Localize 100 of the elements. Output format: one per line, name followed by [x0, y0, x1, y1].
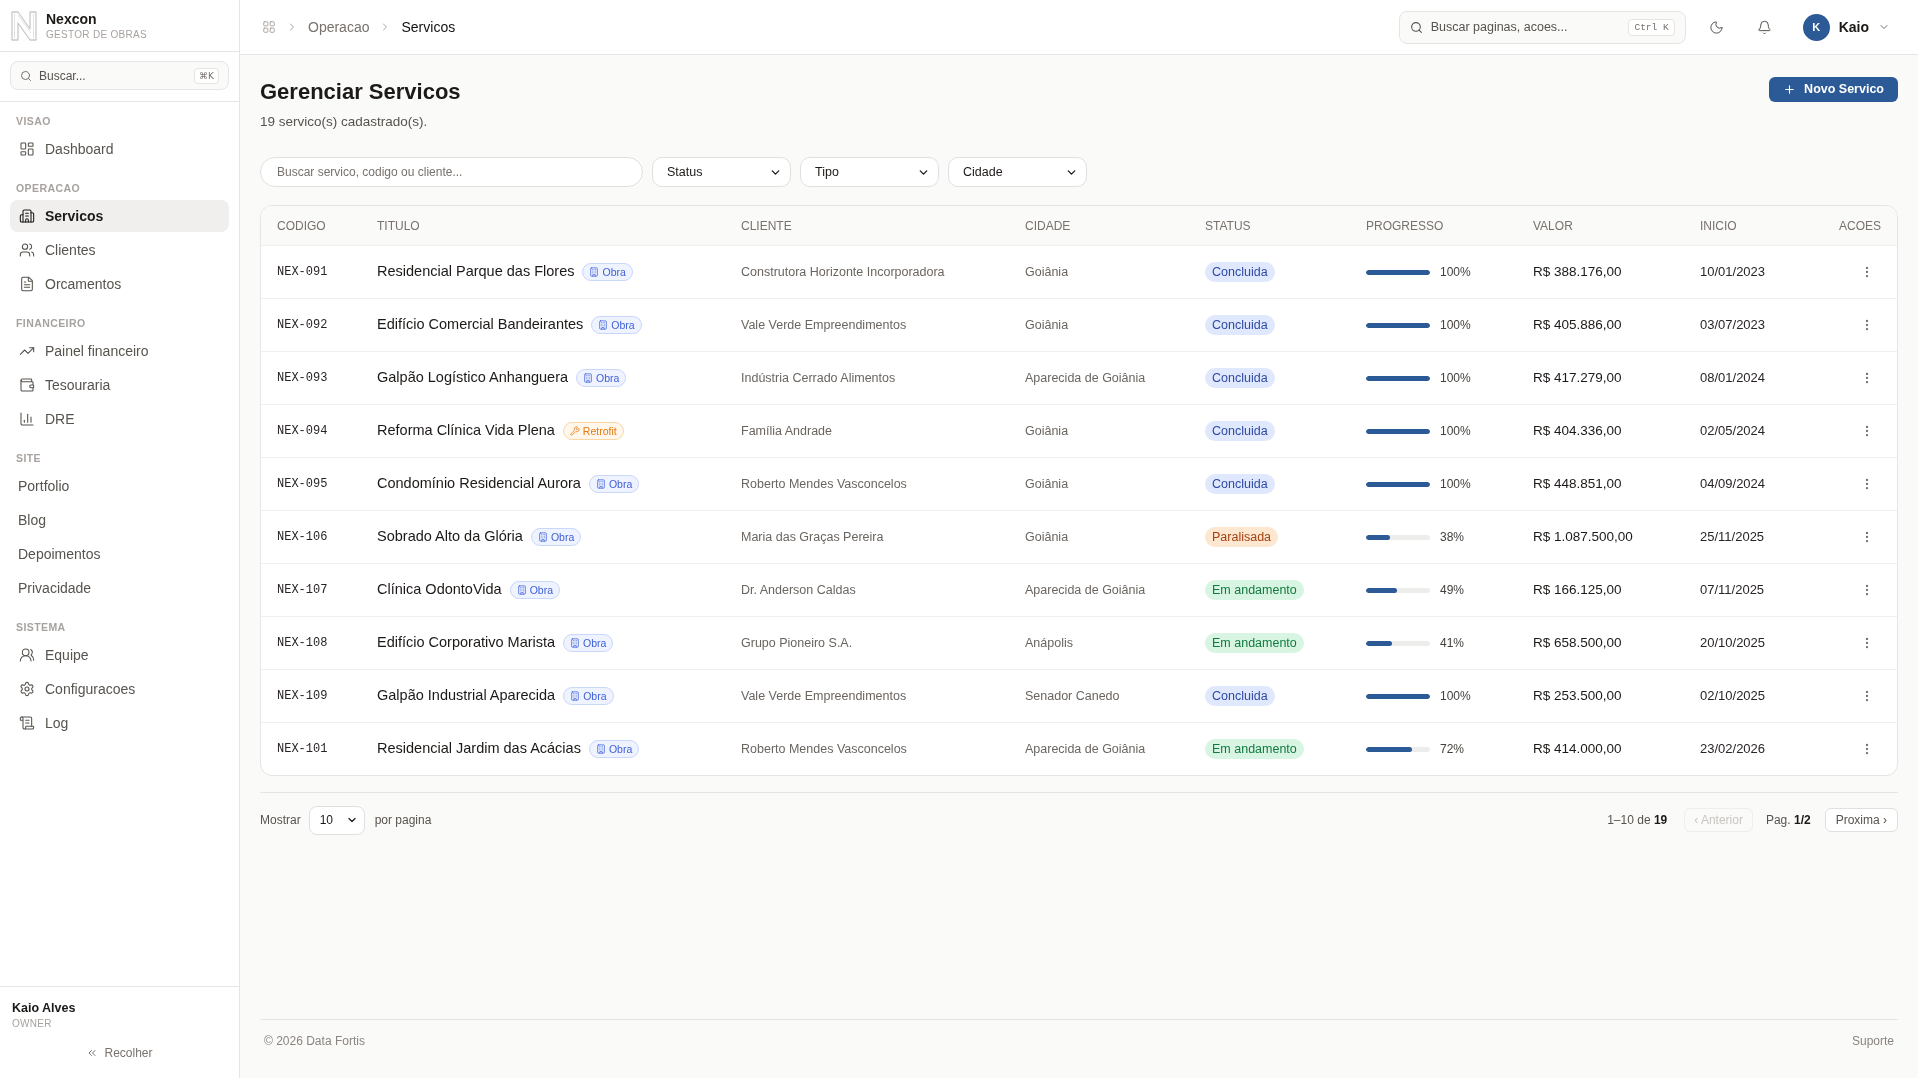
search-field[interactable]: Buscar... ⌘K — [10, 61, 229, 90]
chevrons-left-icon — [86, 1047, 99, 1059]
tag-label: Obra — [550, 531, 575, 543]
user-menu-button[interactable]: K Kaio — [1802, 13, 1890, 41]
city-name: Goiânia — [1025, 422, 1069, 440]
breadcrumb-link[interactable]: Servicos — [401, 16, 456, 38]
city-name: Goiânia — [1025, 528, 1069, 546]
client-name: Indústria Cerrado Alimentos — [741, 369, 896, 387]
client-name: Maria das Graças Pereira — [741, 528, 884, 546]
shortcut-key: ⌘K — [194, 67, 219, 84]
start-date: 25/11/2025 — [1700, 528, 1765, 547]
status-badge: Em andamento — [1205, 633, 1304, 653]
building-icon — [595, 744, 606, 754]
sidebar-item[interactable]: Painel financeiro — [10, 335, 229, 367]
wallet-icon — [19, 377, 35, 393]
sidebar-item[interactable]: Servicos — [10, 200, 229, 232]
tag-label: Obra — [611, 319, 635, 331]
sidebar-item[interactable]: Privacidade — [10, 572, 229, 604]
service-title[interactable]: Edifício Corporativo Marista — [377, 632, 556, 654]
settings-icon — [19, 681, 35, 697]
service-value: R$ 404.336,00 — [1533, 421, 1622, 440]
sidebar-item[interactable]: DRE — [10, 403, 229, 435]
progress-reading: 72% — [1440, 741, 1465, 758]
search-icon — [20, 69, 32, 82]
service-code: NEX-091 — [277, 264, 328, 281]
start-date: 07/11/2025 — [1700, 581, 1765, 600]
tag-label: Retrofit — [582, 425, 617, 437]
sidebar-item[interactable]: Depoimentos — [10, 538, 229, 570]
search-input[interactable]: Buscar servico, codigo ou cliente... — [260, 157, 643, 187]
service-title[interactable]: Galpão Logístico Anhanguera — [377, 367, 569, 389]
support-link[interactable]: Suporte — [1851, 1033, 1894, 1049]
sidebar-item[interactable]: Equipe — [10, 639, 229, 671]
service-code: NEX-109 — [277, 688, 328, 705]
start-date: 08/01/2024 — [1700, 369, 1766, 388]
start-date: 20/10/2025 — [1700, 634, 1766, 653]
service-title[interactable]: Condomínio Residencial Aurora — [377, 473, 581, 495]
building-icon — [583, 373, 594, 383]
building-icon — [598, 320, 609, 330]
service-title[interactable]: Reforma Clínica Vida Plena — [377, 420, 555, 442]
service-title[interactable]: Residencial Jardim das Acácias — [377, 738, 581, 760]
new-service-button[interactable]: Novo Servico — [1769, 77, 1898, 102]
sidebar-item[interactable]: Configuracoes — [10, 673, 229, 705]
search-input[interactable]: Buscar... — [39, 66, 188, 85]
sidebar-item[interactable]: Log — [10, 707, 229, 739]
status-badge: Concluida — [1205, 686, 1275, 706]
brand-name: Nexcon — [46, 10, 97, 28]
status-badge: Paralisada — [1205, 527, 1279, 547]
column-header: TITULO — [377, 217, 420, 235]
filter-select[interactable]: Tipo — [800, 157, 939, 187]
users-icon — [19, 242, 35, 258]
service-value: R$ 388.176,00 — [1533, 262, 1622, 281]
copyright-text: © 2026 Data Fortis — [264, 1033, 365, 1049]
section-label: SITE — [16, 451, 42, 466]
service-code: NEX-108 — [277, 635, 328, 652]
progress-track — [1366, 640, 1430, 646]
logo-icon — [10, 9, 38, 42]
column-header: CODIGO — [277, 217, 326, 235]
tag-label: Obra — [608, 743, 633, 755]
service-title[interactable]: Edifício Comercial Bandeirantes — [377, 314, 584, 336]
service-title[interactable]: Residencial Parque das Flores — [377, 261, 575, 283]
service-title[interactable]: Clínica OdontoVida — [377, 579, 502, 601]
tag-label: Obra — [596, 372, 620, 384]
service-code: NEX-092 — [277, 317, 328, 334]
service-title[interactable]: Sobrado Alto da Glória — [377, 526, 523, 548]
service-value: R$ 405.886,00 — [1533, 315, 1622, 334]
filter-select[interactable]: Cidade — [948, 157, 1087, 187]
search-field[interactable]: Buscar paginas, acoes... Ctrl K — [1398, 10, 1686, 44]
status-badge: Em andamento — [1205, 739, 1304, 759]
building-icon — [595, 479, 606, 489]
service-code: NEX-095 — [277, 476, 328, 493]
sidebar-item[interactable]: Tesouraria — [10, 369, 229, 401]
service-title[interactable]: Galpão Industrial Aparecida — [377, 685, 556, 707]
search-input[interactable]: Buscar paginas, acoes... — [1430, 17, 1621, 37]
service-value: R$ 166.125,00 — [1533, 580, 1622, 599]
building-icon — [570, 638, 581, 648]
breadcrumb-link[interactable]: Operacao — [308, 16, 370, 38]
city-name: Goiânia — [1025, 263, 1069, 281]
sidebar-item[interactable]: Orcamentos — [10, 268, 229, 300]
page-range: 1–10 de 19 — [1607, 812, 1668, 829]
shortcut-key: Ctrl K — [1628, 18, 1675, 36]
page-size-select[interactable]: 10 — [308, 805, 365, 835]
sidebar-item[interactable]: Blog — [10, 504, 229, 536]
dashboard-icon — [19, 141, 35, 157]
client-name: Família Andrade — [741, 422, 833, 440]
page-title: Gerenciar Servicos — [260, 78, 461, 106]
progress-reading: 100% — [1440, 476, 1471, 493]
service-value: R$ 448.851,00 — [1533, 474, 1622, 493]
start-date: 02/05/2024 — [1700, 422, 1766, 441]
filter-select[interactable]: Status — [652, 157, 791, 187]
section-label: SISTEMA — [16, 620, 66, 635]
building-icon — [589, 267, 600, 277]
collapse-button[interactable]: Recolher — [86, 1043, 153, 1063]
section-label: VISAO — [16, 114, 51, 129]
city-name: Goiânia — [1025, 475, 1069, 493]
building-icon — [19, 208, 35, 224]
next-button[interactable]: Proxima › — [1824, 808, 1898, 832]
sidebar-item[interactable]: Dashboard — [10, 133, 229, 165]
sidebar-item[interactable]: Clientes — [10, 234, 229, 266]
sidebar-item[interactable]: Portfolio — [10, 470, 229, 502]
progress-track — [1366, 534, 1430, 540]
